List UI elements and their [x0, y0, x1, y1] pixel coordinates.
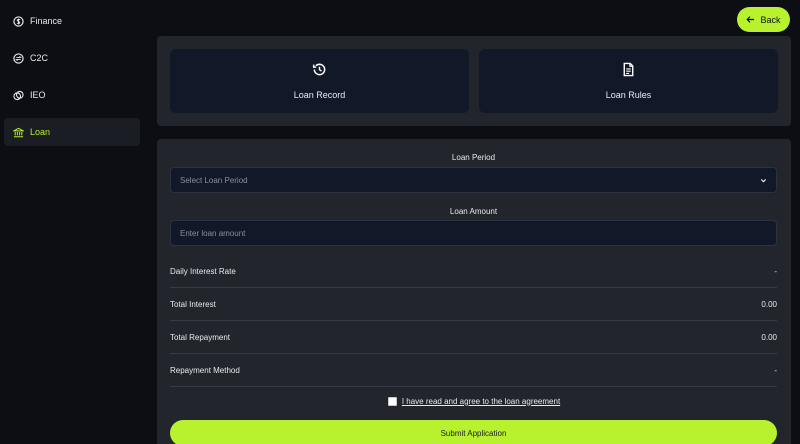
loan-amount-label: Loan Amount	[449, 207, 498, 216]
exchange-circle-icon	[12, 52, 24, 64]
submit-application-button[interactable]: Submit Application	[170, 420, 777, 444]
history-icon	[312, 62, 327, 82]
loan-period-placeholder: Select Loan Period	[180, 175, 248, 185]
loan-form-panel: Loan Period Select Loan Period Loan Amou…	[157, 139, 791, 444]
loan-period-select[interactable]: Select Loan Period	[170, 167, 777, 193]
row-label: Repayment Method	[170, 365, 240, 375]
arrow-left-icon	[746, 15, 755, 24]
row-label: Daily Interest Rate	[170, 266, 236, 276]
dollar-circle-icon	[12, 15, 24, 27]
loan-actions-panel: Loan Record Loan Rules	[157, 36, 791, 126]
sidebar-item-label: Finance	[30, 16, 63, 26]
repayment-method-row: Repayment Method -	[170, 354, 777, 387]
total-interest-row: Total Interest 0.00	[170, 288, 777, 321]
row-value: 0.00	[761, 332, 777, 342]
coins-icon	[12, 89, 24, 101]
agreement-row: I have read and agree to the loan agreem…	[157, 394, 791, 408]
loan-record-card[interactable]: Loan Record	[170, 49, 469, 113]
sidebar-item-ieo[interactable]: IEO	[4, 81, 140, 109]
loan-record-label: Loan Record	[293, 90, 346, 100]
agreement-checkbox[interactable]	[387, 396, 397, 406]
loan-amount-field[interactable]	[170, 220, 777, 246]
sidebar-item-finance[interactable]: Finance	[4, 7, 140, 35]
row-value: -	[774, 365, 777, 375]
back-button[interactable]: Back	[737, 7, 790, 32]
loan-rules-card[interactable]: Loan Rules	[479, 49, 778, 113]
total-repayment-row: Total Repayment 0.00	[170, 321, 777, 354]
daily-interest-rate-row: Daily Interest Rate -	[170, 255, 777, 288]
bank-icon	[12, 126, 24, 138]
row-label: Total Repayment	[170, 332, 231, 342]
loan-agreement-link[interactable]: I have read and agree to the loan agreem…	[402, 397, 560, 406]
sidebar-item-c2c[interactable]: C2C	[4, 44, 140, 72]
row-label: Total Interest	[170, 299, 216, 309]
loan-period-label: Loan Period	[451, 153, 496, 162]
document-icon	[621, 62, 636, 82]
sidebar-item-label: IEO	[30, 90, 46, 100]
sidebar-item-label: C2C	[30, 53, 49, 63]
loan-amount-input[interactable]	[180, 228, 767, 238]
back-button-label: Back	[760, 14, 781, 25]
sidebar: Finance C2C IEO Loan	[0, 0, 148, 444]
sidebar-item-loan[interactable]: Loan	[4, 118, 140, 146]
chevron-down-icon	[760, 177, 767, 184]
loan-rules-label: Loan Rules	[605, 90, 652, 100]
row-value: -	[774, 266, 777, 276]
row-value: 0.00	[761, 299, 777, 309]
sidebar-item-label: Loan	[30, 127, 51, 137]
